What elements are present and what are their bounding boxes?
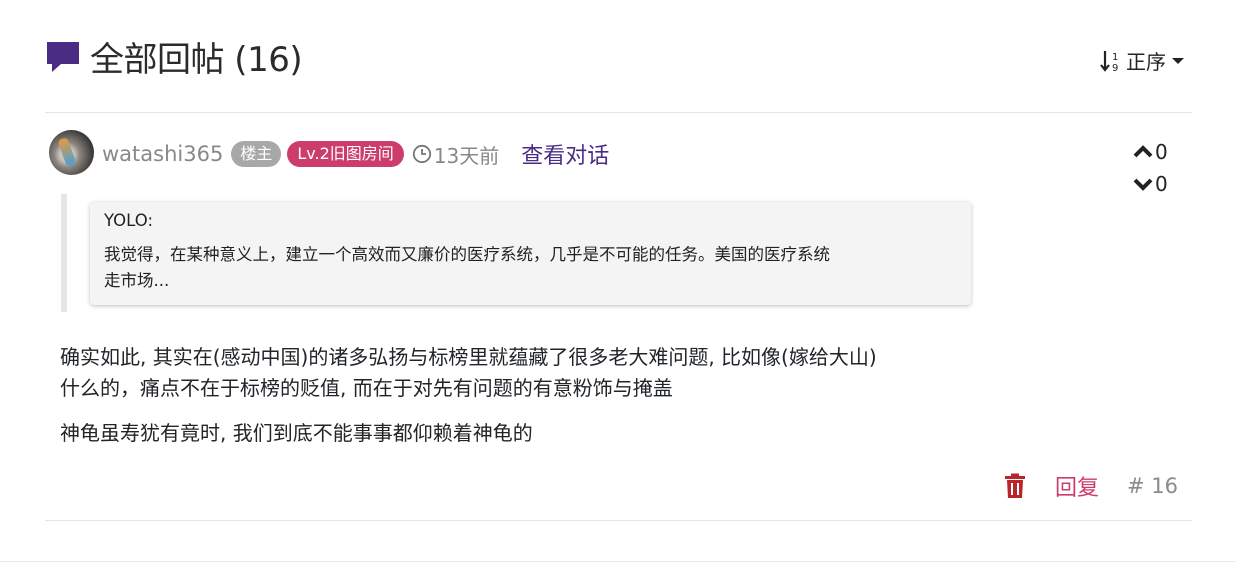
content-line: 什么的，痛点不在于标榜的贬值, 而在于对先有问题的有意粉饰与掩盖 xyxy=(60,376,673,400)
post-time: 13天前 xyxy=(433,143,500,168)
quote-text-line: 走市场... xyxy=(104,271,170,290)
upvote-button[interactable]: 0 xyxy=(1132,136,1172,168)
replies-card: 全部回帖 (16) 1 9 正序 watashi365 楼主 Lv.2旧图房间 … xyxy=(0,0,1236,562)
avatar[interactable] xyxy=(49,130,94,175)
upvote-count: 0 xyxy=(1155,140,1168,164)
trash-icon[interactable] xyxy=(1003,473,1027,499)
comment-icon xyxy=(47,42,79,72)
content-paragraph: 确实如此, 其实在(感动中国)的诸多弘扬与标榜里就蕴藏了很多老大难问题, 比如像… xyxy=(60,342,1060,404)
quote-text-line: 我觉得，在某种意义上，建立一个高效而又廉价的医疗系统，几乎是不可能的任务。美国的… xyxy=(104,245,830,264)
post-meta: watashi365 楼主 Lv.2旧图房间 13天前 查看对话 xyxy=(102,138,609,170)
sort-numeric-icon: 1 9 xyxy=(1100,50,1118,73)
post-actions: 回复 # 16 xyxy=(1003,470,1178,502)
quote-author: YOLO: xyxy=(104,211,154,230)
post-content: 确实如此, 其实在(感动中国)的诸多弘扬与标榜里就蕴藏了很多老大难问题, 比如像… xyxy=(60,342,1060,463)
vote-panel: 0 0 xyxy=(1132,136,1172,200)
quote-bar xyxy=(61,194,67,312)
content-line: 确实如此, 其实在(感动中国)的诸多弘扬与标榜里就蕴藏了很多老大难问题, 比如像… xyxy=(60,345,877,369)
username-link[interactable]: watashi365 xyxy=(102,142,223,166)
post-number: # 16 xyxy=(1127,474,1178,498)
sort-label: 正序 xyxy=(1126,50,1166,74)
clock-icon xyxy=(412,144,431,164)
replies-header: 全部回帖 (16) 1 9 正序 xyxy=(45,34,1192,113)
level-badge: Lv.2旧图房间 xyxy=(287,141,404,167)
chevron-up-icon xyxy=(1133,145,1153,158)
svg-text:1: 1 xyxy=(1112,52,1118,63)
content-paragraph: 神龟虽寿犹有竟时, 我们到底不能事事都仰赖着神龟的 xyxy=(60,421,533,445)
quoted-post[interactable]: YOLO: 我觉得，在某种意义上，建立一个高效而又廉价的医疗系统，几乎是不可能的… xyxy=(90,202,971,305)
caret-down-icon xyxy=(1172,57,1184,64)
downvote-count: 0 xyxy=(1155,172,1168,196)
reply-post: watashi365 楼主 Lv.2旧图房间 13天前 查看对话 0 0 YOL… xyxy=(45,112,1192,521)
downvote-button[interactable]: 0 xyxy=(1132,168,1172,200)
view-conversation-link[interactable]: 查看对话 xyxy=(521,138,609,170)
svg-text:9: 9 xyxy=(1112,63,1118,73)
reply-button[interactable]: 回复 xyxy=(1055,470,1099,502)
sort-dropdown[interactable]: 1 9 正序 xyxy=(1100,46,1186,75)
chevron-down-icon xyxy=(1133,178,1153,191)
page-title: 全部回帖 (16) xyxy=(90,40,303,80)
owner-badge: 楼主 xyxy=(231,141,282,167)
